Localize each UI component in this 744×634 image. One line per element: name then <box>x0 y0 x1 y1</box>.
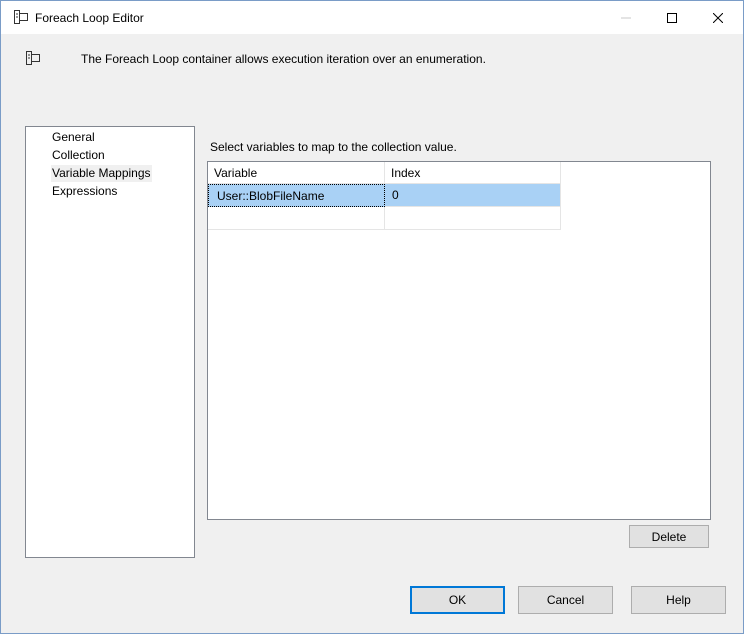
column-header-variable[interactable]: Variable <box>208 162 385 184</box>
title-bar[interactable]: Foreach Loop Editor <box>1 1 743 34</box>
nav-item-collection[interactable]: Collection <box>51 147 106 164</box>
nav-item-variable-mappings[interactable]: Variable Mappings <box>51 165 152 182</box>
maximize-button[interactable] <box>649 1 695 34</box>
index-cell[interactable]: 0 <box>385 184 561 207</box>
dialog-description: The Foreach Loop container allows execut… <box>81 52 486 66</box>
variable-mappings-grid[interactable]: Variable Index User::BlobFileName 0 <box>207 161 711 520</box>
variable-cell[interactable] <box>208 207 385 230</box>
maximize-icon <box>667 12 677 23</box>
ok-button[interactable]: OK <box>410 586 505 614</box>
minimize-button[interactable] <box>603 1 649 34</box>
help-button[interactable]: Help <box>631 586 726 614</box>
index-cell[interactable] <box>385 207 561 230</box>
mapping-instruction: Select variables to map to the collectio… <box>210 140 457 154</box>
close-icon <box>713 12 723 23</box>
minimize-icon <box>621 17 631 18</box>
column-header-index[interactable]: Index <box>385 162 561 184</box>
foreach-loop-editor-dialog: Foreach Loop Editor The Foreach Loop con… <box>0 0 744 634</box>
nav-item-general[interactable]: General <box>51 129 96 146</box>
foreach-loop-icon <box>14 10 28 24</box>
delete-button[interactable]: Delete <box>629 525 709 548</box>
page-navigation: General Collection Variable Mappings Exp… <box>25 126 195 558</box>
cancel-button[interactable]: Cancel <box>518 586 613 614</box>
nav-item-expressions[interactable]: Expressions <box>51 183 118 200</box>
variable-cell[interactable]: User::BlobFileName <box>208 184 385 207</box>
window-title: Foreach Loop Editor <box>35 11 144 25</box>
foreach-loop-icon <box>26 51 40 65</box>
close-button[interactable] <box>695 1 741 34</box>
